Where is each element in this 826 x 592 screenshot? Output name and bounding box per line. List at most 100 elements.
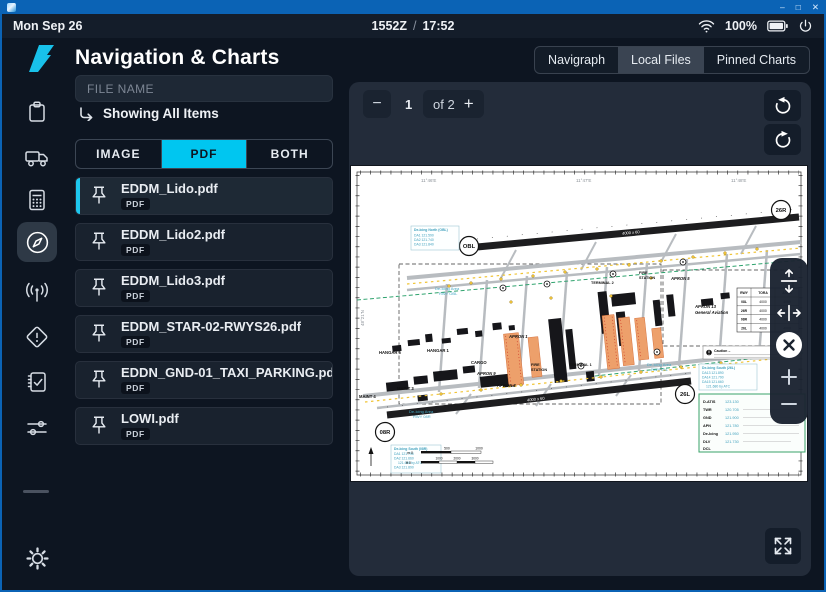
svg-text:121.730: 121.730 [725,440,739,444]
svg-text:OBL: OBL [463,244,476,250]
rotate-cw-icon [773,130,793,150]
file-item[interactable]: EDDN_GND-01_TAXI_PARKING.pdf PDF [75,361,333,399]
pin-icon[interactable] [89,414,109,438]
svg-text:Caution –: Caution – [714,349,730,353]
window-titlebar[interactable]: – □ ✕ [0,0,826,14]
fit-width-button[interactable] [776,302,802,324]
window-close-button[interactable]: ✕ [812,3,819,12]
antenna-icon [23,280,51,306]
file-item[interactable]: EDDM_Lido.pdf PDF [75,177,333,215]
filter-pdf[interactable]: PDF [162,140,248,168]
svg-text:DA13 121.890: DA13 121.890 [702,371,724,375]
file-type-badge: PDF [121,198,150,210]
filter-image[interactable]: IMAGE [76,140,162,168]
file-item[interactable]: EDDM_Lido2.pdf PDF [75,223,333,261]
zoom-in-button[interactable] [779,367,799,387]
rail-item-checklists[interactable] [17,362,57,402]
tab-pinned-charts[interactable]: Pinned Charts [704,47,809,73]
page-increment-button[interactable]: + [464,94,474,114]
file-item[interactable]: LOWI.pdf PDF [75,407,333,445]
svg-text:123.130: 123.130 [725,400,739,404]
svg-text:RWY 26L: RWY 26L [651,367,669,372]
page-title: Navigation & Charts [75,46,280,70]
svg-text:120.705: 120.705 [725,408,739,412]
pin-icon[interactable] [89,230,109,254]
svg-text:STATION: STATION [531,368,547,372]
fit-height-button[interactable] [778,268,800,294]
rail-item-calculator[interactable] [17,180,57,220]
file-name: EDDM_STAR-02-RWYS26.pdf [121,320,301,334]
plus-icon [779,367,799,387]
svg-text:De-Icing South (26L): De-Icing South (26L) [702,366,735,370]
close-viewer-button[interactable] [775,331,803,359]
svg-text:APRON 9: APRON 9 [476,371,496,376]
settings-button[interactable] [17,538,57,578]
svg-text:1000: 1000 [475,447,483,451]
fullscreen-button[interactable] [765,528,801,564]
filter-both[interactable]: BOTH [247,140,332,168]
svg-text:08R: 08R [380,430,391,436]
zoom-out-button[interactable] [779,394,799,414]
pin-icon[interactable] [89,276,109,300]
fit-width-icon [776,302,802,324]
page-number: 1 [399,90,418,118]
type-filter: IMAGE PDF BOTH [75,139,333,169]
page-total-label: of 2 [433,97,455,112]
tab-local-files[interactable]: Local Files [618,47,704,73]
svg-text:TERMINAL 1: TERMINAL 1 [569,363,592,367]
svg-text:TWR: TWR [703,408,712,412]
status-bar: Mon Sep 26 1552Z / 17:52 100% [0,14,826,38]
file-type-badge: PDF [121,290,150,302]
file-type-badge: PDF [121,428,150,440]
sliders-icon [23,415,51,441]
window-minimize-button[interactable]: – [780,3,785,12]
corner-arrow-icon [78,106,94,121]
flybywire-logo [24,42,58,75]
svg-text:DA15 121.660: DA15 121.660 [702,380,724,384]
file-name-input[interactable] [75,75,333,102]
pin-icon[interactable] [89,322,109,346]
power-icon[interactable] [798,19,813,34]
svg-text:11°47'E: 11°47'E [576,178,591,183]
svg-text:HANGAR 1: HANGAR 1 [427,348,450,353]
svg-text:DA1 121.590: DA1 121.590 [414,234,434,238]
svg-text:11°48'E: 11°48'E [731,178,746,183]
calculator-icon [24,187,50,213]
warning-diamond-icon [24,324,50,350]
rotate-cw-button[interactable] [764,124,801,155]
window-maximize-button[interactable]: □ [796,3,801,12]
rail-item-truck[interactable] [17,137,57,177]
svg-text:MAINT 4: MAINT 4 [359,394,376,399]
pin-icon[interactable] [89,368,109,392]
battery-percent: 100% [725,19,757,33]
file-item[interactable]: EDDM_STAR-02-RWYS26.pdf PDF [75,315,333,353]
svg-text:De-Icing: De-Icing [703,432,719,436]
svg-text:26R: 26R [741,309,748,313]
close-icon [775,331,803,359]
airport-chart-document[interactable]: 11°46'E 11°47'E 11°48'E 48°21'N [351,166,807,481]
rotate-ccw-button[interactable] [764,90,801,121]
rail-item-clipboard[interactable] [17,92,57,132]
rail-item-hazard[interactable] [17,317,57,357]
rail-item-navigation-compass[interactable] [17,222,57,262]
svg-text:FIRE: FIRE [531,363,540,367]
fullscreen-icon [773,536,793,556]
file-type-badge: PDF [121,382,150,394]
page-decrement-button[interactable]: − [363,90,391,118]
file-list: EDDM_Lido.pdf PDF EDDM_Lido2.pdf PDF EDD… [75,177,333,453]
rail-item-antenna[interactable] [17,273,57,313]
status-local-time: 17:52 [422,19,454,33]
svg-text:26R: 26R [776,208,787,214]
gear-icon [24,545,51,572]
svg-text:DA3 121.890: DA3 121.890 [394,466,414,470]
file-item[interactable]: EDDM_Lido3.pdf PDF [75,269,333,307]
rail-item-presets[interactable] [17,408,57,448]
svg-text:D-ATIS: D-ATIS [703,400,716,404]
tab-navigraph[interactable]: Navigraph [535,47,618,73]
svg-text:4000: 4000 [759,309,767,313]
svg-text:GND: GND [703,416,712,420]
svg-text:1000: 1000 [435,457,442,461]
pin-icon[interactable] [89,184,109,208]
svg-text:4000: 4000 [759,326,767,330]
svg-text:48°21'N: 48°21'N [360,310,365,326]
